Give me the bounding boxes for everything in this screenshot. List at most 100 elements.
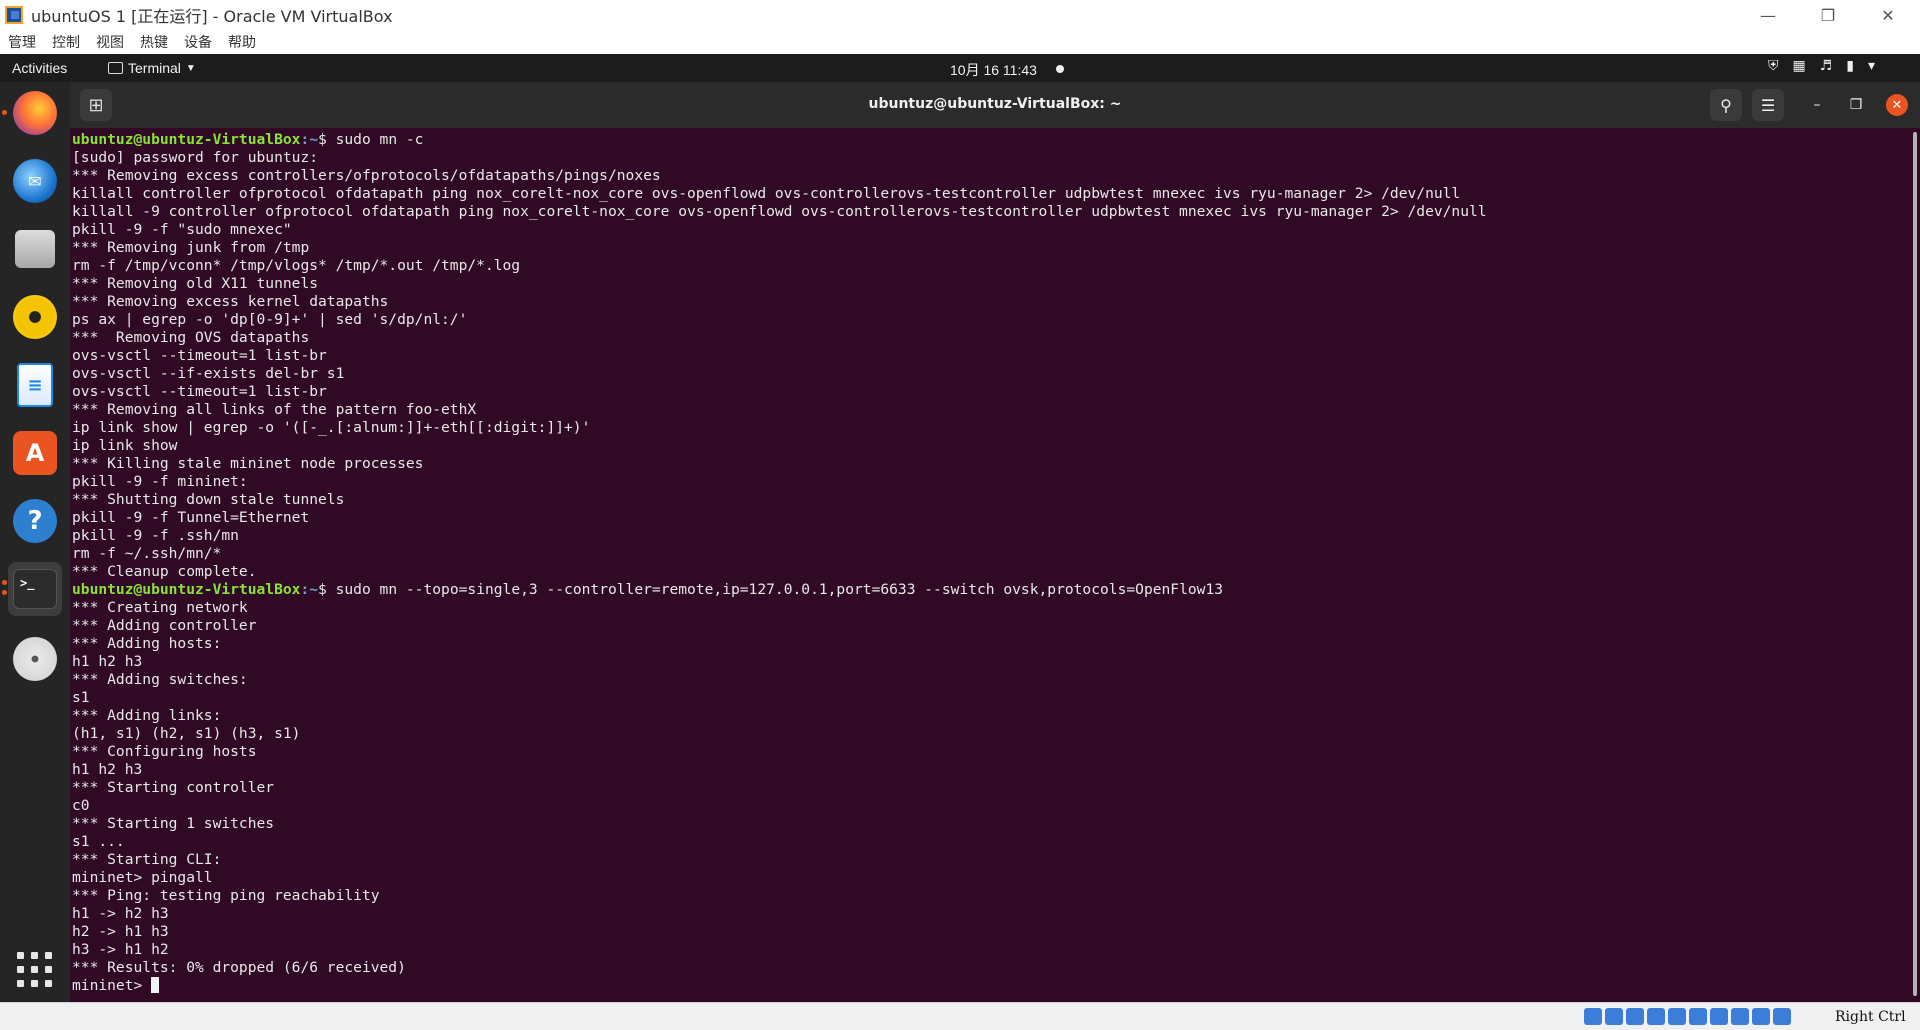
menu-control[interactable]: 控制 — [44, 32, 88, 52]
terminal-output-line: pkill -9 -f .ssh/mn — [72, 527, 239, 544]
files-icon — [15, 230, 55, 268]
terminal-output-line: *** Starting 1 switches — [72, 815, 275, 832]
dock-item-help[interactable]: ? — [8, 494, 62, 548]
terminal-scrollbar[interactable] — [1913, 132, 1917, 996]
gnome-top-bar: Activities Terminal ▼ 10月 16 11:43 ⛨ ▦ ♬… — [0, 54, 1920, 82]
show-applications-icon[interactable] — [17, 952, 53, 988]
terminal-icon — [108, 62, 123, 74]
running-indicator — [2, 110, 7, 115]
terminal-output-line: *** Removing excess kernel datapaths — [72, 293, 389, 310]
chevron-down-icon: ▾ — [1868, 58, 1876, 74]
terminal-prompt-line: ubuntuz@ubuntuz-VirtualBox:~$ sudo mn -c — [72, 131, 1487, 149]
menu-input[interactable]: 热键 — [132, 32, 176, 52]
vbox-status-bar: Right Ctrl — [0, 1002, 1920, 1030]
audio-icon[interactable] — [1626, 1008, 1644, 1025]
rhythmbox-icon — [13, 295, 57, 339]
terminal-restore-icon[interactable]: ❐ — [1845, 94, 1867, 116]
arrow-down-icon[interactable] — [1773, 1008, 1791, 1025]
terminal-output-line: ovs-vsctl --if-exists del-br s1 — [72, 365, 345, 382]
dock-item-writer[interactable]: ≡ — [8, 358, 62, 412]
activities-button[interactable]: Activities — [12, 60, 67, 76]
menu-machine[interactable]: 管理 — [0, 32, 44, 52]
terminal-title: ubuntuz@ubuntuz-VirtualBox: ~ — [868, 96, 1122, 112]
command-text: sudo mn -c — [335, 131, 424, 148]
usb-icon[interactable] — [1668, 1008, 1686, 1025]
terminal-output-line: pkill -9 -f "sudo mnexec" — [72, 221, 292, 238]
minimize-icon[interactable]: — — [1739, 0, 1797, 30]
terminal-output[interactable]: ubuntuz@ubuntuz-VirtualBox:~$ sudo mn -c… — [70, 128, 1920, 1002]
text-cursor — [151, 977, 160, 993]
prompt-user: ubuntuz@ubuntuz-VirtualBox — [72, 581, 301, 598]
restore-icon[interactable]: ❐ — [1799, 0, 1857, 30]
close-icon[interactable]: ✕ — [1859, 0, 1917, 30]
terminal-output-line: rm -f /tmp/vconn* /tmp/vlogs* /tmp/*.out… — [72, 257, 521, 274]
clock[interactable]: 10月 16 11:43 — [950, 60, 1037, 80]
dock-item-dvd[interactable] — [8, 632, 62, 686]
display-icon[interactable] — [1710, 1008, 1728, 1025]
optical-drive-icon[interactable] — [1605, 1008, 1623, 1025]
terminal-output-line: s1 ... — [72, 833, 125, 850]
dock-item-terminal[interactable]: >_ — [2, 562, 62, 616]
dock-item-rhythmbox[interactable] — [8, 290, 62, 344]
dock-item-thunderbird[interactable]: ✉ — [8, 154, 62, 208]
menu-view[interactable]: 视图 — [88, 32, 132, 52]
shared-folders-icon[interactable] — [1689, 1008, 1707, 1025]
host-key-label: Right Ctrl — [1835, 1009, 1906, 1025]
terminal-output-line: *** Shutting down stale tunnels — [72, 491, 345, 508]
terminal-output-line: s1 — [72, 689, 90, 706]
terminal-output-line: mininet> — [72, 977, 1487, 995]
terminal-prompt-line: ubuntuz@ubuntuz-VirtualBox:~$ sudo mn --… — [72, 581, 1487, 599]
terminal-output-line: mininet> pingall — [72, 869, 213, 886]
terminal-output-line: c0 — [72, 797, 90, 814]
terminal-output-line: *** Removing OVS datapaths — [72, 329, 310, 346]
hamburger-menu-button[interactable]: ☰ — [1752, 89, 1784, 121]
command-text: sudo mn --topo=single,3 --controller=rem… — [335, 581, 1224, 598]
help-icon: ? — [13, 499, 57, 543]
shield-icon: ⛨ — [1768, 58, 1779, 74]
app-menu-button[interactable]: Terminal ▼ — [108, 60, 196, 76]
terminal-minimize-icon[interactable]: – — [1806, 94, 1828, 116]
terminal-text: ubuntuz@ubuntuz-VirtualBox:~$ sudo mn -c… — [72, 131, 1487, 995]
terminal-output-line: *** Removing junk from /tmp — [72, 239, 310, 256]
terminal-output-line: *** Ping: testing ping reachability — [72, 887, 380, 904]
terminal-output-line: (h1, s1) (h2, s1) (h3, s1) — [72, 725, 301, 742]
terminal-close-icon[interactable]: ✕ — [1886, 94, 1908, 116]
dvd-icon — [13, 637, 57, 681]
terminal-output-line: *** Starting controller — [72, 779, 275, 796]
terminal-icon: >_ — [13, 569, 57, 609]
terminal-output-line: rm -f ~/.ssh/mn/* — [72, 545, 222, 562]
search-button[interactable]: ⚲ — [1710, 89, 1742, 121]
mouse-integration-icon[interactable] — [1752, 1008, 1770, 1025]
network-icon[interactable] — [1647, 1008, 1665, 1025]
virtualbox-icon — [3, 4, 25, 26]
battery-icon: ▮ — [1846, 58, 1855, 74]
terminal-output-line: killall -9 controller ofprotocol ofdatap… — [72, 203, 1487, 220]
dock-item-software[interactable]: A — [8, 426, 62, 480]
terminal-output-line: *** Adding controller — [72, 617, 257, 634]
hard-disk-icon[interactable] — [1584, 1008, 1602, 1025]
menu-help[interactable]: 帮助 — [220, 32, 264, 52]
cli-prompt: mininet> — [72, 977, 152, 994]
system-tray[interactable]: ⛨ ▦ ♬ ▮ ▾ — [1768, 58, 1875, 74]
prompt-path: :~ — [300, 131, 319, 148]
terminal-output-line: [sudo] password for ubuntuz: — [72, 149, 319, 166]
dock-item-files[interactable] — [8, 222, 62, 276]
window-title: ubuntuOS 1 [正在运行] - Oracle VM VirtualBox — [31, 7, 393, 26]
terminal-output-line: pkill -9 -f mininet: — [72, 473, 248, 490]
terminal-output-line: *** Killing stale mininet node processes — [72, 455, 424, 472]
terminal-output-line: ovs-vsctl --timeout=1 list-br — [72, 347, 327, 364]
terminal-output-line: *** Starting CLI: — [72, 851, 222, 868]
terminal-output-line: ip link show — [72, 437, 178, 454]
terminal-output-line: pkill -9 -f Tunnel=Ethernet — [72, 509, 310, 526]
terminal-output-line: *** Removing all links of the pattern fo… — [72, 401, 477, 418]
terminal-output-line: *** Cleanup complete. — [72, 563, 257, 580]
terminal-output-line: *** Removing excess controllers/ofprotoc… — [72, 167, 661, 184]
terminal-output-line: *** Configuring hosts — [72, 743, 257, 760]
terminal-output-line: *** Adding switches: — [72, 671, 248, 688]
terminal-output-line: ovs-vsctl --timeout=1 list-br — [72, 383, 327, 400]
video-capture-icon[interactable] — [1731, 1008, 1749, 1025]
terminal-output-line: h1 h2 h3 — [72, 653, 143, 670]
dock-item-firefox[interactable] — [2, 86, 62, 140]
menu-devices[interactable]: 设备 — [176, 32, 220, 52]
vbox-title-bar: ubuntuOS 1 [正在运行] - Oracle VM VirtualBox… — [0, 0, 1920, 30]
